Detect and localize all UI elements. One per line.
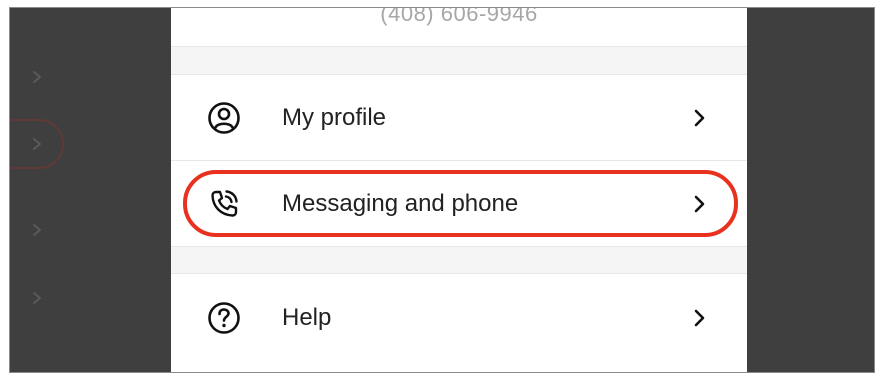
divider [171, 74, 747, 75]
background-chevron-icon [30, 291, 44, 305]
section-gap [171, 47, 747, 74]
section-gap [171, 247, 747, 273]
chevron-right-icon [693, 108, 707, 128]
background-chevron-icon [30, 137, 44, 151]
user-circle-icon [207, 101, 241, 135]
question-circle-icon [207, 301, 241, 335]
menu-item-my-profile[interactable]: My profile [171, 82, 747, 152]
menu-item-label: My profile [282, 104, 387, 131]
menu-item-help[interactable]: Help [171, 282, 747, 352]
chevron-right-icon [693, 308, 707, 328]
menu-item-label: Help [282, 304, 332, 331]
background-chevron-icon [30, 70, 44, 84]
divider [171, 160, 747, 161]
phone-number: (408) 606-9946 [380, 7, 538, 26]
background-chevron-icon [30, 223, 44, 237]
highlight-annotation [183, 170, 738, 237]
divider [171, 273, 747, 274]
